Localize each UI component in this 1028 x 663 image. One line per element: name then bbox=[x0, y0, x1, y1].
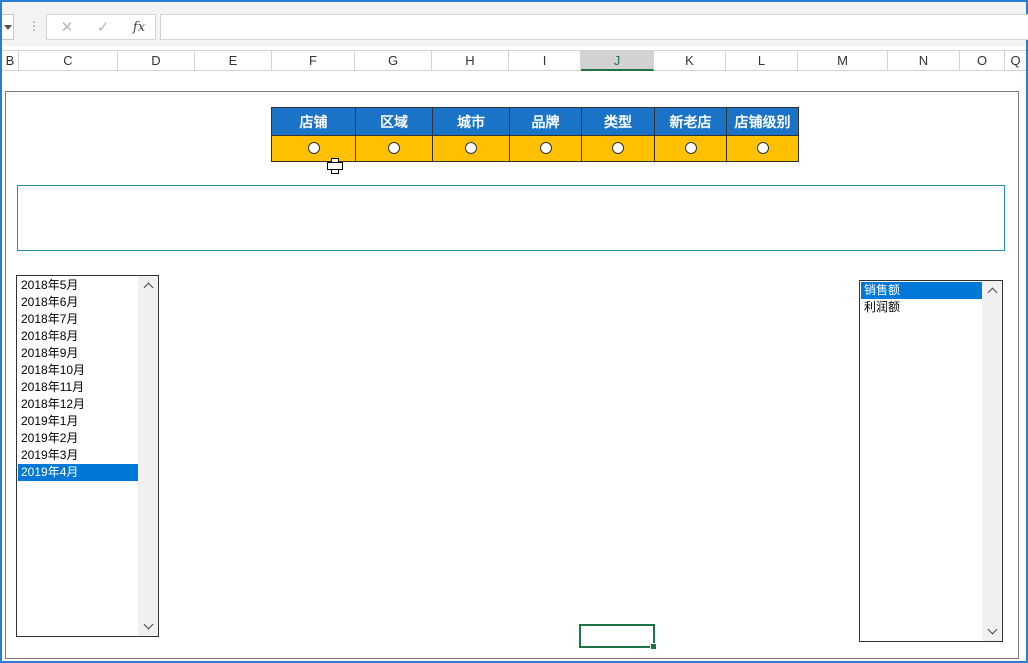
column-header-n[interactable]: N bbox=[888, 51, 960, 71]
radio-button-region[interactable] bbox=[388, 142, 400, 155]
dimension-header-type: 类型 bbox=[581, 107, 655, 136]
column-header-m[interactable]: M bbox=[798, 51, 888, 71]
column-header-l[interactable]: L bbox=[726, 51, 798, 71]
list-item[interactable]: 2018年9月 bbox=[18, 345, 138, 362]
formula-bar-grip-icon[interactable]: ⋮ bbox=[28, 17, 40, 35]
radio-cell-store bbox=[271, 135, 356, 162]
formula-buttons: ✕ ✓ fx bbox=[46, 14, 156, 40]
info-textbox[interactable] bbox=[17, 185, 1005, 251]
scroll-up-icon[interactable] bbox=[982, 283, 1002, 301]
dimension-selector-table: 店铺 区域 城市 品牌 类型 新老店 店铺级别 bbox=[271, 107, 799, 162]
scroll-down-icon[interactable] bbox=[982, 621, 1002, 639]
metric-listbox[interactable]: 销售额 利润额 bbox=[859, 280, 1003, 642]
radio-button-store-level[interactable] bbox=[756, 142, 769, 155]
dimension-header-brand: 品牌 bbox=[509, 107, 582, 136]
radio-cell-region bbox=[355, 135, 433, 162]
radio-cell-type bbox=[581, 135, 655, 162]
radio-cell-city bbox=[432, 135, 510, 162]
name-box-dropdown[interactable] bbox=[2, 14, 14, 40]
list-item[interactable]: 2018年7月 bbox=[18, 311, 138, 328]
check-icon[interactable]: ✓ bbox=[85, 15, 121, 41]
month-list-items: 2018年5月 2018年6月 2018年7月 2018年8月 2018年9月 2018年… bbox=[18, 277, 138, 635]
list-item[interactable]: 销售额 bbox=[861, 282, 982, 299]
dimension-header-store: 店铺 bbox=[271, 107, 356, 136]
list-item[interactable]: 2019年1月 bbox=[18, 413, 138, 430]
column-header-c[interactable]: C bbox=[19, 51, 118, 71]
scroll-down-icon[interactable] bbox=[138, 616, 158, 634]
move-cursor-icon bbox=[327, 158, 343, 174]
radio-cell-store-level bbox=[726, 135, 799, 162]
list-item[interactable]: 利润额 bbox=[861, 299, 982, 316]
column-header-i[interactable]: I bbox=[509, 51, 581, 71]
column-header-k[interactable]: K bbox=[654, 51, 726, 71]
month-list-scrollbar[interactable] bbox=[138, 276, 158, 636]
column-header-d[interactable]: D bbox=[118, 51, 195, 71]
radio-cell-brand bbox=[509, 135, 582, 162]
dimension-header-store-level: 店铺级别 bbox=[726, 107, 799, 136]
radio-button-brand[interactable] bbox=[539, 142, 552, 155]
dimension-header-new-old: 新老店 bbox=[654, 107, 727, 136]
cancel-icon[interactable]: ✕ bbox=[49, 15, 85, 41]
radio-cell-new-old bbox=[654, 135, 727, 162]
column-header-j[interactable]: J bbox=[581, 51, 654, 71]
column-header-o[interactable]: O bbox=[960, 51, 1005, 71]
month-listbox[interactable]: 2018年5月 2018年6月 2018年7月 2018年8月 2018年9月 2018年… bbox=[16, 275, 159, 637]
list-item[interactable]: 2018年8月 bbox=[18, 328, 138, 345]
active-cell-j[interactable] bbox=[579, 624, 657, 650]
list-item[interactable]: 2018年12月 bbox=[18, 396, 138, 413]
column-header-q[interactable]: Q bbox=[1005, 51, 1026, 71]
column-header-f[interactable]: F bbox=[272, 51, 355, 71]
list-item[interactable]: 2018年6月 bbox=[18, 294, 138, 311]
list-item[interactable]: 2018年5月 bbox=[18, 277, 138, 294]
list-item[interactable]: 2019年2月 bbox=[18, 430, 138, 447]
radio-button-new-old[interactable] bbox=[684, 142, 697, 155]
list-item[interactable]: 2019年4月 bbox=[18, 464, 138, 481]
insert-function-button[interactable]: fx bbox=[121, 15, 157, 41]
worksheet-area[interactable]: 店铺 区域 城市 品牌 类型 新老店 店铺级别 2018年5月 2018年6月 20… bbox=[2, 72, 1026, 661]
formula-bar: ⋮ ✕ ✓ fx bbox=[2, 2, 1028, 46]
column-header-row: B C D E F G H I J K L M N O Q bbox=[2, 50, 1026, 71]
list-item[interactable]: 2019年3月 bbox=[18, 447, 138, 464]
metric-list-items: 销售额 利润额 bbox=[861, 282, 982, 640]
radio-button-city[interactable] bbox=[465, 142, 477, 155]
list-item[interactable]: 2018年10月 bbox=[18, 362, 138, 379]
scroll-up-icon[interactable] bbox=[138, 278, 158, 296]
metric-list-scrollbar[interactable] bbox=[982, 281, 1002, 641]
dimension-header-region: 区域 bbox=[355, 107, 433, 136]
radio-button-store[interactable] bbox=[307, 142, 320, 155]
column-header-e[interactable]: E bbox=[195, 51, 272, 71]
column-header-g[interactable]: G bbox=[355, 51, 432, 71]
list-item[interactable]: 2018年11月 bbox=[18, 379, 138, 396]
dimension-header-city: 城市 bbox=[432, 107, 510, 136]
radio-button-type[interactable] bbox=[612, 142, 624, 155]
column-header-b[interactable]: B bbox=[2, 51, 19, 71]
column-header-h[interactable]: H bbox=[432, 51, 509, 71]
formula-input[interactable] bbox=[160, 14, 1028, 40]
